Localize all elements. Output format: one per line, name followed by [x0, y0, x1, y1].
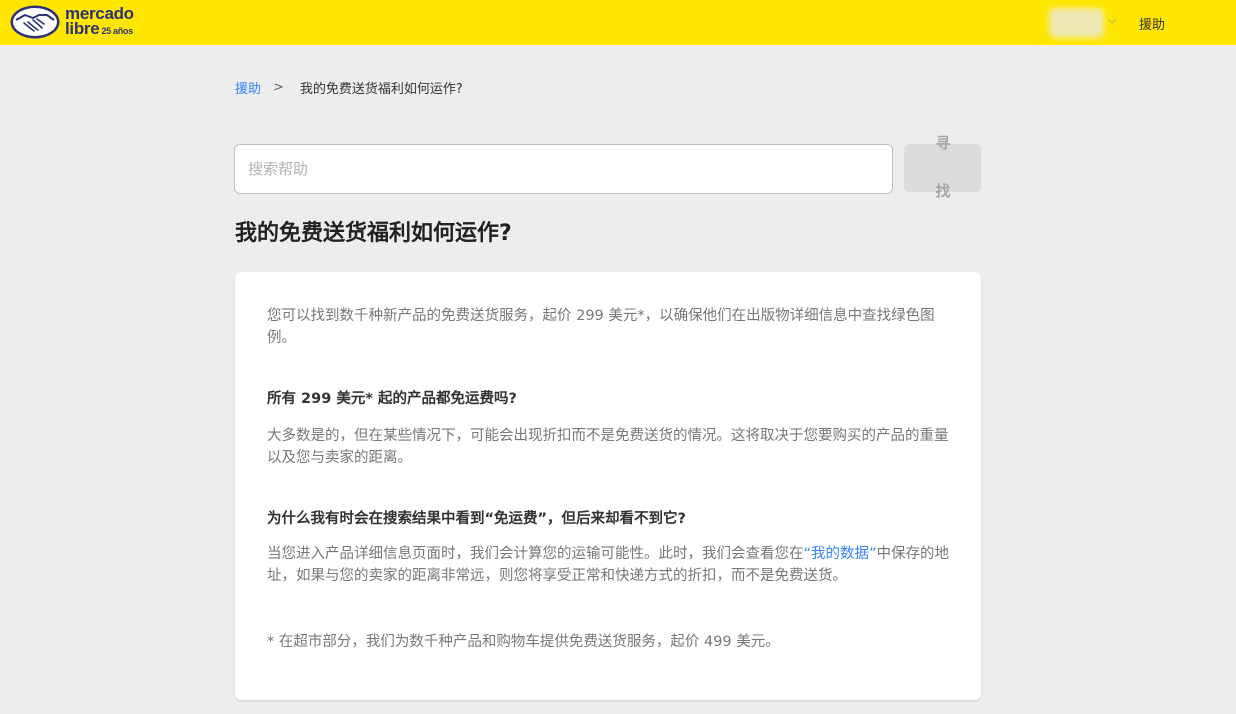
avatar — [1049, 8, 1104, 38]
search-button-char1: 寻 — [935, 134, 951, 152]
chevron-down-icon — [1107, 18, 1117, 24]
breadcrumb-help-link[interactable]: 援助 — [235, 78, 261, 97]
answer-paragraph-1: 大多数是的，但在某些情况下，可能会出现折扣而不是免费送货的情况。这将取决于您要购… — [267, 428, 949, 466]
question-heading-2: 为什么我有时会在搜索结果中看到“免运费”，但后来却看不到它? — [267, 511, 686, 527]
user-menu[interactable] — [1049, 8, 1119, 38]
breadcrumb-current: 我的免费送货福利如何运作? — [299, 82, 463, 97]
logo-line2: libre — [65, 19, 100, 38]
search-button[interactable]: 寻 找 — [904, 134, 981, 200]
header-help-link[interactable]: 援助 — [1139, 14, 1165, 33]
page-title: 我的免费送货福利如何运作? — [235, 221, 512, 246]
answer-paragraph-2: 当您进入产品详细信息页面时，我们会计算您的运输可能性。此时，我们会查看您在“我的… — [267, 543, 952, 587]
article-card: 您可以找到数千种新产品的免费送货服务，起价 299 美元*，以确保他们在出版物详… — [235, 272, 981, 700]
my-data-link[interactable]: “我的数据” — [804, 546, 877, 562]
search-input[interactable] — [234, 144, 893, 194]
logo-anniversary: 25 años — [101, 26, 133, 36]
answer-2-text-before: 当您进入产品详细信息页面时，我们会计算您的运输可能性。此时，我们会查看您在 — [267, 546, 804, 562]
top-header: mercado libre 25 años 援助 — [0, 0, 1236, 45]
handshake-icon — [10, 5, 60, 39]
footnote: * 在超市部分，我们为数千种产品和购物车提供免费送货服务，起价 499 美元。 — [267, 634, 780, 650]
breadcrumb-separator: > — [273, 80, 284, 95]
question-heading-1: 所有 299 美元* 起的产品都免运费吗? — [267, 391, 517, 407]
article-intro: 您可以找到数千种新产品的免费送货服务，起价 299 美元*，以确保他们在出版物详… — [267, 308, 935, 346]
mercado-libre-logo[interactable]: mercado libre 25 años — [9, 4, 149, 42]
breadcrumb: 援助 > 我的免费送货福利如何运作? — [235, 78, 463, 97]
search-button-char2: 找 — [935, 182, 951, 200]
